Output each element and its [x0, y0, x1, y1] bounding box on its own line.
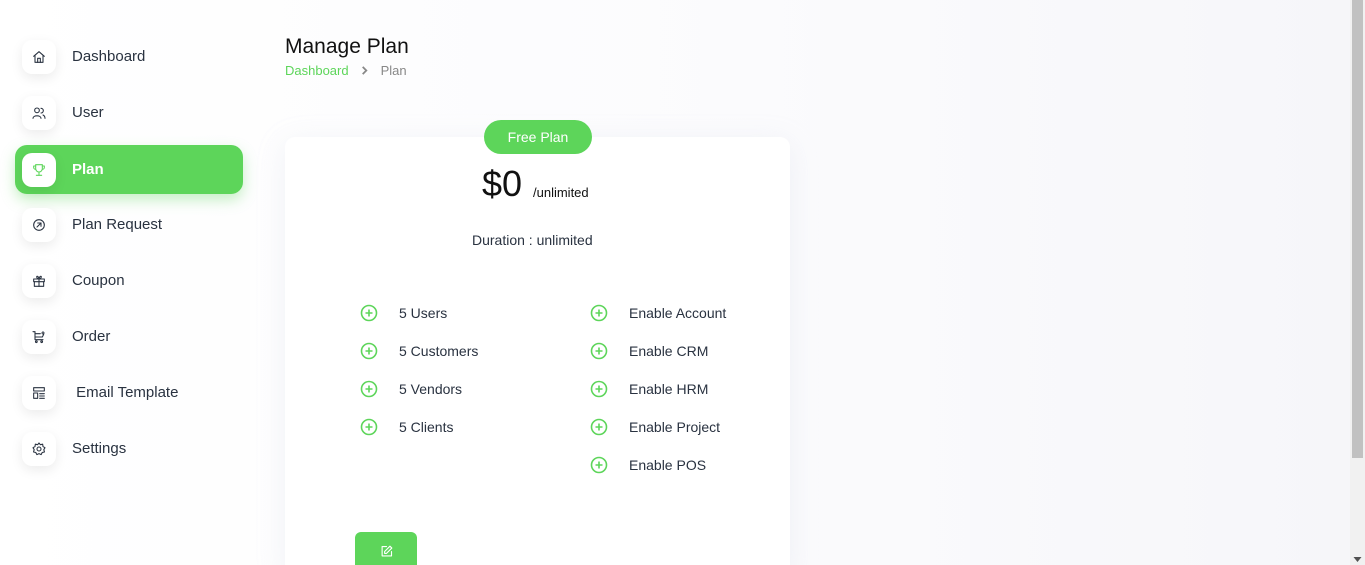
feature-item: Enable Project [590, 418, 720, 436]
breadcrumb: Dashboard Plan [285, 63, 407, 78]
plan-price: $0 [482, 163, 523, 204]
feature-item: 5 Clients [360, 418, 453, 436]
template-icon [22, 375, 56, 410]
sidebar-item-label: Settings [72, 440, 127, 457]
feature-label: 5 Vendors [399, 381, 463, 397]
users-icon [22, 95, 56, 130]
plus-circle-icon [360, 342, 378, 360]
sidebar-item-email-template[interactable]: Email Template [15, 368, 243, 417]
plus-circle-icon [590, 456, 608, 474]
feature-label: Enable POS [629, 457, 707, 473]
sidebar-item-label: Coupon [72, 272, 125, 289]
trophy-icon [22, 152, 56, 187]
feature-label: 5 Clients [399, 419, 454, 435]
sidebar-item-label: Dashboard [72, 48, 146, 65]
breadcrumb-current: Plan [380, 63, 407, 78]
feature-item: Enable CRM [590, 342, 708, 360]
sidebar-item-label: Email Template [72, 384, 179, 401]
sidebar-item-plan-request[interactable]: Plan Request [15, 200, 243, 249]
plan-name-badge: Free Plan [484, 120, 592, 154]
feature-label: Enable CRM [629, 343, 709, 359]
page-scrollbar[interactable] [1350, 0, 1365, 565]
plus-circle-icon [590, 304, 608, 322]
feature-label: Enable HRM [629, 381, 709, 397]
duration-value: unlimited [536, 232, 593, 248]
feature-item: 5 Users [360, 304, 447, 322]
plus-circle-icon [590, 418, 608, 436]
plus-circle-icon [360, 304, 378, 322]
sidebar-item-user[interactable]: User [15, 88, 243, 137]
plan-duration: Duration : unlimited [472, 232, 593, 248]
sidebar-item-order[interactable]: Order [15, 312, 243, 361]
plus-circle-icon [590, 342, 608, 360]
sidebar-item-coupon[interactable]: Coupon [15, 256, 243, 305]
sidebar-item-label: User [72, 104, 104, 121]
edit-plan-button[interactable] [355, 532, 417, 565]
plus-circle-icon [590, 380, 608, 398]
sidebar-item-plan[interactable]: Plan [15, 145, 243, 194]
feature-item: 5 Vendors [360, 380, 462, 398]
chevron-right-icon [360, 66, 370, 76]
sidebar-item-label: Plan [72, 161, 104, 178]
sidebar-item-label: Plan Request [72, 216, 163, 233]
arrow-up-right-circle-icon [22, 207, 56, 242]
feature-label: 5 Users [399, 305, 448, 321]
sidebar-item-dashboard[interactable]: Dashboard [15, 32, 243, 81]
plus-circle-icon [360, 418, 378, 436]
scroll-down-arrow-icon[interactable] [1353, 551, 1362, 562]
scrollbar-thumb[interactable] [1352, 0, 1363, 458]
feature-label: 5 Customers [399, 343, 479, 359]
page-title: Manage Plan [285, 35, 409, 58]
feature-item: Enable POS [590, 456, 706, 474]
edit-icon [381, 545, 392, 557]
feature-item: Enable HRM [590, 380, 708, 398]
plan-period: /unlimited [533, 185, 589, 200]
gear-icon [22, 431, 56, 466]
feature-item: Enable Account [590, 304, 726, 322]
cart-icon [22, 319, 56, 354]
duration-label: Duration : [472, 232, 537, 248]
home-icon [22, 39, 56, 74]
feature-label: Enable Project [629, 419, 721, 435]
feature-item: 5 Customers [360, 342, 478, 360]
sidebar-item-label: Order [72, 328, 111, 345]
breadcrumb-dashboard-link[interactable]: Dashboard [285, 63, 349, 78]
gift-icon [22, 263, 56, 298]
sidebar-item-settings[interactable]: Settings [15, 424, 243, 473]
sidebar: Dashboard User Plan Plan Request Coupon … [0, 0, 258, 565]
feature-label: Enable Account [629, 305, 727, 321]
plus-circle-icon [360, 380, 378, 398]
